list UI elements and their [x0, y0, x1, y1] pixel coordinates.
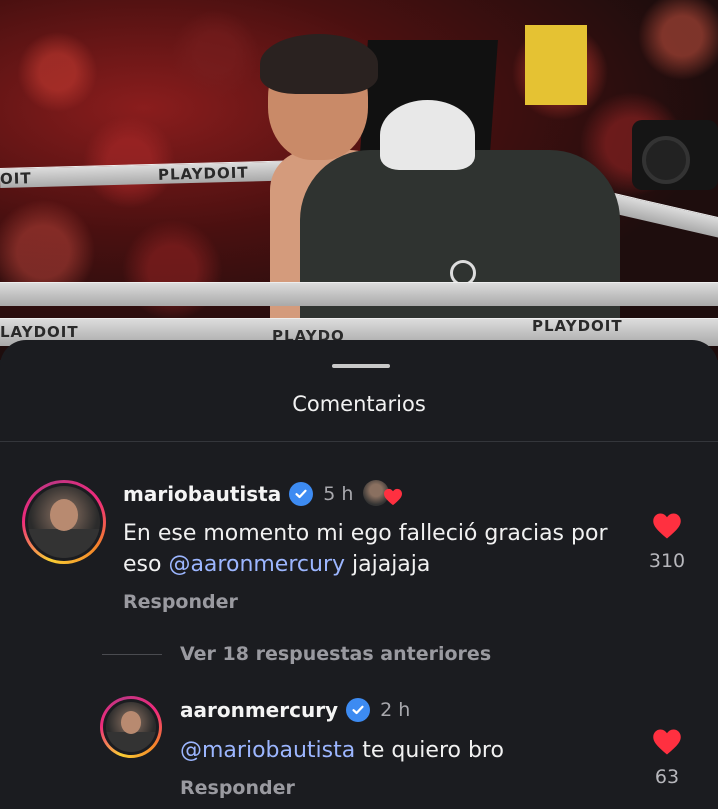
- video-background: OIT PLAYDOIT LAYDOIT PLAYDO PLAYDOIT: [0, 0, 718, 360]
- reply-body: te quiero bro: [355, 738, 504, 763]
- mention-link[interactable]: @aaronmercury: [168, 552, 345, 577]
- avatar[interactable]: [22, 480, 106, 564]
- comment-text: En ese momento mi ego falleció gracias p…: [123, 518, 623, 580]
- timestamp: 5 h: [323, 483, 354, 505]
- reply-button[interactable]: Responder: [180, 777, 295, 799]
- divider: [0, 441, 718, 442]
- replies-line: [102, 653, 162, 655]
- sheet-title: Comentarios: [292, 392, 426, 416]
- comment-header: mariobautista 5 h: [123, 480, 403, 508]
- like-section: 63: [642, 728, 692, 788]
- avatar[interactable]: [100, 696, 162, 758]
- like-count: 310: [648, 550, 686, 572]
- reply-header: aaronmercury 2 h: [180, 698, 410, 722]
- reply-button[interactable]: Responder: [123, 591, 238, 613]
- rope-brand-fragment-bottom-left: LAYDOIT: [0, 323, 79, 341]
- reply-text: @mariobautista te quiero bro: [180, 735, 620, 766]
- mention-link[interactable]: @mariobautista: [180, 738, 355, 763]
- heart-icon[interactable]: [652, 512, 682, 540]
- username[interactable]: aaronmercury: [180, 698, 338, 722]
- like-count: 63: [654, 766, 680, 788]
- view-replies-label[interactable]: Ver 18 respuestas anteriores: [180, 643, 491, 665]
- heart-icon[interactable]: [652, 728, 682, 756]
- yellow-sign: [525, 25, 587, 105]
- verified-badge-icon: [346, 698, 371, 722]
- ring-rope-middle: [0, 282, 718, 306]
- view-replies-button[interactable]: Ver 18 respuestas anteriores: [102, 643, 491, 665]
- timestamp: 2 h: [380, 699, 411, 721]
- like-section: 310: [642, 512, 692, 572]
- camera: [632, 120, 718, 190]
- verified-badge-icon: [289, 482, 314, 506]
- drag-handle[interactable]: [332, 364, 390, 368]
- rope-brand: PLAYDOIT: [157, 163, 249, 184]
- liked-by-author-icon: [363, 480, 403, 508]
- comments-sheet: Comentarios mariobautista 5 h En ese mom…: [0, 340, 718, 809]
- comment-body-end: jajajaja: [345, 552, 431, 577]
- username[interactable]: mariobautista: [123, 482, 281, 506]
- rope-brand-bottom-right: PLAYDOIT: [532, 317, 623, 335]
- rope-brand-fragment: OIT: [0, 169, 32, 188]
